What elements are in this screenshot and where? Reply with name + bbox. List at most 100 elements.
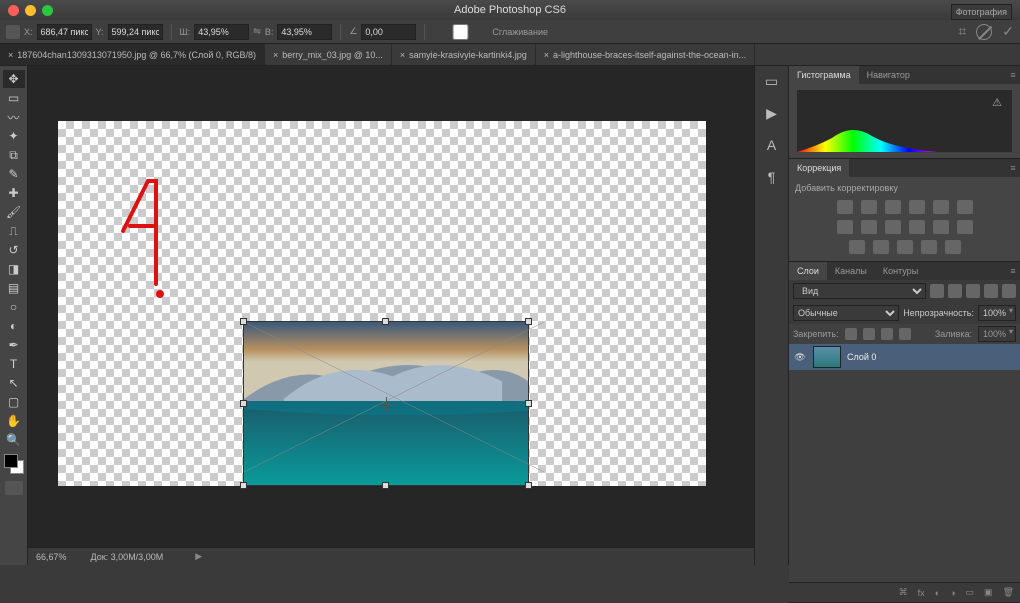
- exposure-icon[interactable]: [909, 200, 925, 214]
- heal-tool[interactable]: ✚: [3, 184, 25, 202]
- zoom-tool[interactable]: 🔍: [3, 431, 25, 449]
- adj-icon[interactable]: [921, 240, 937, 254]
- layer-name[interactable]: Слой 0: [847, 352, 876, 362]
- fill-input[interactable]: 100%: [978, 326, 1016, 342]
- doc-size[interactable]: Док: 3,00M/3,00M: [91, 552, 164, 562]
- hue-icon[interactable]: [957, 200, 973, 214]
- color-swatches[interactable]: [4, 454, 24, 474]
- hand-tool[interactable]: ✋: [3, 412, 25, 430]
- selective-color-icon[interactable]: [897, 240, 913, 254]
- mask-icon[interactable]: ◐: [935, 588, 940, 598]
- transform-handle[interactable]: [525, 400, 532, 407]
- gradient-map-icon[interactable]: [873, 240, 889, 254]
- photo-filter-icon[interactable]: [861, 220, 877, 234]
- brightness-icon[interactable]: [837, 200, 853, 214]
- dodge-tool[interactable]: ◐: [3, 317, 25, 335]
- transform-handle[interactable]: [525, 318, 532, 325]
- lock-pixels-icon[interactable]: [863, 328, 875, 340]
- canvas-area[interactable]: 66,67% Док: 3,00M/3,00M ▶: [28, 66, 754, 565]
- h-input[interactable]: [277, 24, 332, 40]
- channel-mixer-icon[interactable]: [885, 220, 901, 234]
- tab-paths[interactable]: Контуры: [875, 262, 926, 280]
- close-icon[interactable]: ×: [273, 50, 278, 60]
- tab-layers[interactable]: Слои: [789, 262, 827, 280]
- filter-image-icon[interactable]: [930, 284, 944, 298]
- commit-transform-icon[interactable]: ✓: [1002, 23, 1014, 40]
- vibrance-icon[interactable]: [933, 200, 949, 214]
- lock-all-icon[interactable]: [899, 328, 911, 340]
- filter-smart-icon[interactable]: [1002, 284, 1016, 298]
- delete-layer-icon[interactable]: 🗑: [1003, 587, 1014, 598]
- shape-tool[interactable]: ▢: [3, 393, 25, 411]
- path-select-tool[interactable]: ↖: [3, 374, 25, 392]
- history-panel-icon[interactable]: ▭: [762, 72, 782, 90]
- transform-handle[interactable]: [240, 318, 247, 325]
- stamp-tool[interactable]: ⎍: [3, 222, 25, 240]
- levels-icon[interactable]: [861, 200, 877, 214]
- actions-panel-icon[interactable]: ▶: [762, 104, 782, 122]
- paragraph-panel-icon[interactable]: ¶: [762, 168, 782, 186]
- angle-input[interactable]: [361, 24, 416, 40]
- tab-channels[interactable]: Каналы: [827, 262, 875, 280]
- smooth-checkbox[interactable]: [433, 24, 488, 40]
- filter-type-icon[interactable]: [966, 284, 980, 298]
- warp-icon[interactable]: ⌗: [958, 23, 966, 40]
- status-popup-icon[interactable]: ▶: [195, 551, 202, 562]
- fx-icon[interactable]: fx: [918, 588, 925, 598]
- lock-position-icon[interactable]: [881, 328, 893, 340]
- new-layer-icon[interactable]: ▣: [984, 587, 993, 598]
- y-input[interactable]: [108, 24, 163, 40]
- doc-tab-0[interactable]: ×187604chan1309313071950.jpg @ 66,7% (Сл…: [0, 44, 265, 65]
- warning-icon[interactable]: ⚠: [992, 96, 1002, 109]
- type-tool[interactable]: T: [3, 355, 25, 373]
- layer-filter-select[interactable]: Вид: [793, 283, 926, 299]
- gradient-tool[interactable]: ▤: [3, 279, 25, 297]
- wand-tool[interactable]: ✦: [3, 127, 25, 145]
- document-canvas[interactable]: [58, 121, 706, 486]
- panel-menu-icon[interactable]: ≡: [1006, 66, 1020, 84]
- w-input[interactable]: [194, 24, 249, 40]
- posterize-icon[interactable]: [957, 220, 973, 234]
- cancel-transform-icon[interactable]: [976, 24, 992, 40]
- marquee-tool[interactable]: ▭: [3, 89, 25, 107]
- visibility-icon[interactable]: 👁: [793, 352, 807, 363]
- filter-adjust-icon[interactable]: [948, 284, 962, 298]
- eraser-tool[interactable]: ◨: [3, 260, 25, 278]
- close-icon[interactable]: ×: [8, 50, 13, 60]
- lookup-icon[interactable]: [909, 220, 925, 234]
- invert-icon[interactable]: [933, 220, 949, 234]
- lasso-tool[interactable]: 〰: [3, 108, 25, 126]
- reference-point-icon[interactable]: [6, 25, 20, 39]
- transform-handle[interactable]: [382, 482, 389, 489]
- tab-histogram[interactable]: Гистограмма: [789, 66, 859, 84]
- eyedropper-tool[interactable]: ✎: [3, 165, 25, 183]
- transform-handle[interactable]: [240, 482, 247, 489]
- doc-tab-1[interactable]: ×berry_mix_03.jpg @ 10...: [265, 44, 392, 65]
- character-panel-icon[interactable]: A: [762, 136, 782, 154]
- tab-navigator[interactable]: Навигатор: [859, 66, 918, 84]
- blur-tool[interactable]: ○: [3, 298, 25, 316]
- curves-icon[interactable]: [885, 200, 901, 214]
- move-tool[interactable]: ✥: [3, 70, 25, 88]
- transform-handle[interactable]: [240, 400, 247, 407]
- quick-mask-icon[interactable]: [5, 481, 23, 495]
- history-brush-tool[interactable]: ↺: [3, 241, 25, 259]
- filter-shape-icon[interactable]: [984, 284, 998, 298]
- panel-menu-icon[interactable]: ≡: [1006, 159, 1020, 177]
- transform-center-icon[interactable]: [379, 397, 393, 411]
- doc-tab-3[interactable]: ×a-lighthouse-braces-itself-against-the-…: [536, 44, 755, 65]
- blend-mode-select[interactable]: Обычные: [793, 305, 899, 321]
- lock-transparency-icon[interactable]: [845, 328, 857, 340]
- layer-row[interactable]: 👁 Слой 0: [789, 344, 1020, 370]
- panel-menu-icon[interactable]: ≡: [1006, 262, 1020, 280]
- close-icon[interactable]: ×: [544, 50, 549, 60]
- threshold-icon[interactable]: [849, 240, 865, 254]
- layer-thumbnail[interactable]: [813, 346, 841, 368]
- workspace-switcher[interactable]: Фотография: [951, 4, 1012, 20]
- link-layers-icon[interactable]: ⌘: [899, 587, 908, 598]
- pen-tool[interactable]: ✒: [3, 336, 25, 354]
- transform-handle[interactable]: [382, 318, 389, 325]
- brush-tool[interactable]: 🖌: [3, 203, 25, 221]
- bw-icon[interactable]: [837, 220, 853, 234]
- free-transform-box[interactable]: [243, 321, 529, 486]
